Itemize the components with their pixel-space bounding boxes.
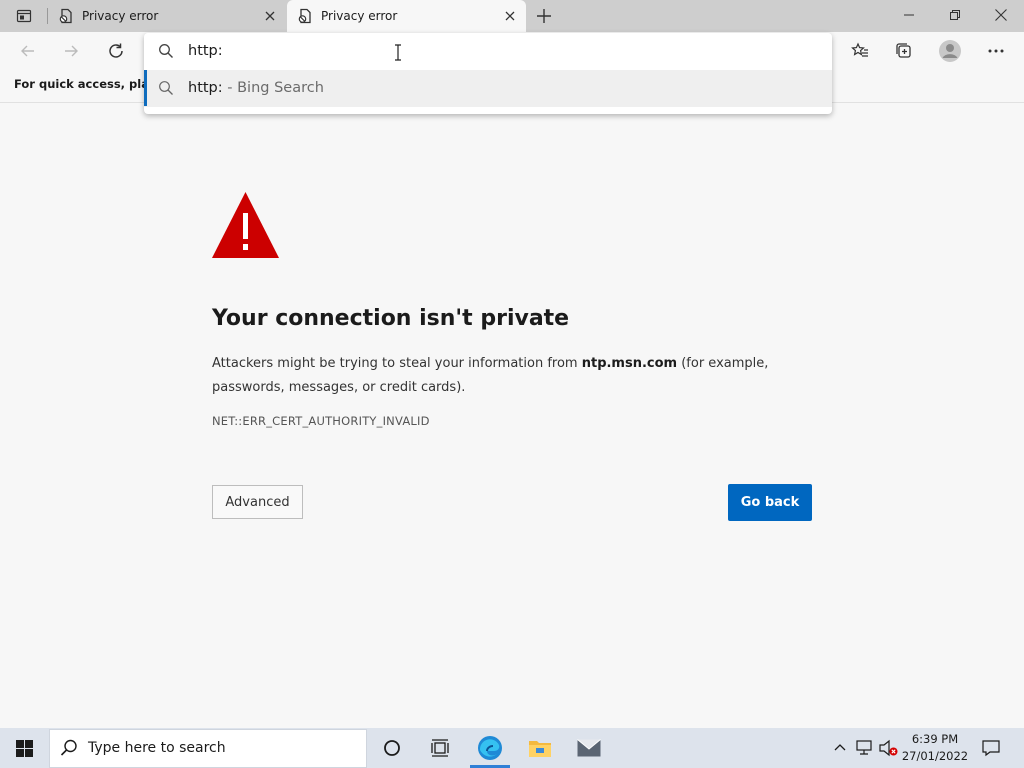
error-code: NET::ERR_CERT_AUTHORITY_INVALID: [212, 414, 430, 428]
search-icon: [158, 80, 174, 96]
tab-actions-icon[interactable]: [8, 0, 40, 32]
file-explorer-icon[interactable]: [516, 728, 564, 768]
error-title: Your connection isn't private: [212, 306, 570, 331]
back-button[interactable]: [12, 35, 44, 67]
text-cursor-icon: [393, 44, 403, 61]
edge-browser-icon[interactable]: [466, 728, 514, 768]
search-icon: [158, 43, 174, 59]
tab-privacy-error-1[interactable]: Privacy error: [48, 0, 286, 32]
error-host: ntp.msn.com: [581, 356, 678, 371]
tab-privacy-error-2[interactable]: Privacy error: [287, 0, 526, 32]
new-tab-button[interactable]: [528, 0, 560, 32]
system-clock[interactable]: 6:39 PM 27/01/2022: [900, 731, 970, 765]
favorites-bar-hint: For quick access, place y: [14, 77, 144, 91]
close-tab-icon[interactable]: [502, 8, 518, 24]
minimize-button[interactable]: [886, 0, 932, 30]
address-bar[interactable]: [144, 33, 832, 70]
warning-icon: [211, 191, 280, 259]
tab-title: Privacy error: [321, 9, 398, 23]
taskbar-search-placeholder: Type here to search: [88, 740, 226, 756]
refresh-button[interactable]: [100, 35, 132, 67]
favorites-icon[interactable]: [844, 35, 876, 67]
address-bar-input[interactable]: http:: [188, 43, 223, 59]
close-window-button[interactable]: [978, 0, 1024, 30]
show-hidden-icons-icon[interactable]: [833, 740, 847, 754]
task-view-icon[interactable]: [416, 728, 464, 768]
advanced-button[interactable]: Advanced: [212, 485, 303, 519]
suggestion-suffix: - Bing Search: [227, 80, 324, 96]
clock-date: 27/01/2022: [901, 749, 969, 763]
go-back-button[interactable]: Go back: [728, 484, 812, 521]
suggestion-text[interactable]: http: - Bing Search: [188, 80, 324, 96]
notifications-icon[interactable]: [982, 739, 1000, 757]
tab-title: Privacy error: [82, 9, 159, 23]
mail-icon[interactable]: [565, 728, 613, 768]
broken-page-icon: [297, 8, 313, 24]
more-options-icon[interactable]: [980, 35, 1012, 67]
forward-button[interactable]: [55, 35, 87, 67]
suggestion-query: http:: [188, 80, 223, 96]
windows-start-icon[interactable]: [0, 728, 48, 768]
network-icon[interactable]: [856, 739, 874, 757]
restore-button[interactable]: [932, 0, 978, 30]
cortana-icon[interactable]: [368, 728, 416, 768]
error-description-start: Attackers might be trying to steal your …: [212, 356, 582, 371]
error-description: Attackers might be trying to steal your …: [212, 352, 822, 400]
volume-muted-icon[interactable]: [879, 739, 899, 757]
suggestion-selected-indicator: [144, 70, 147, 106]
profile-avatar[interactable]: [934, 35, 966, 67]
close-tab-icon[interactable]: [262, 8, 278, 24]
clock-time: 6:39 PM: [911, 732, 959, 746]
collections-icon[interactable]: [888, 35, 920, 67]
broken-page-icon: [58, 8, 74, 24]
search-icon: [60, 739, 78, 757]
